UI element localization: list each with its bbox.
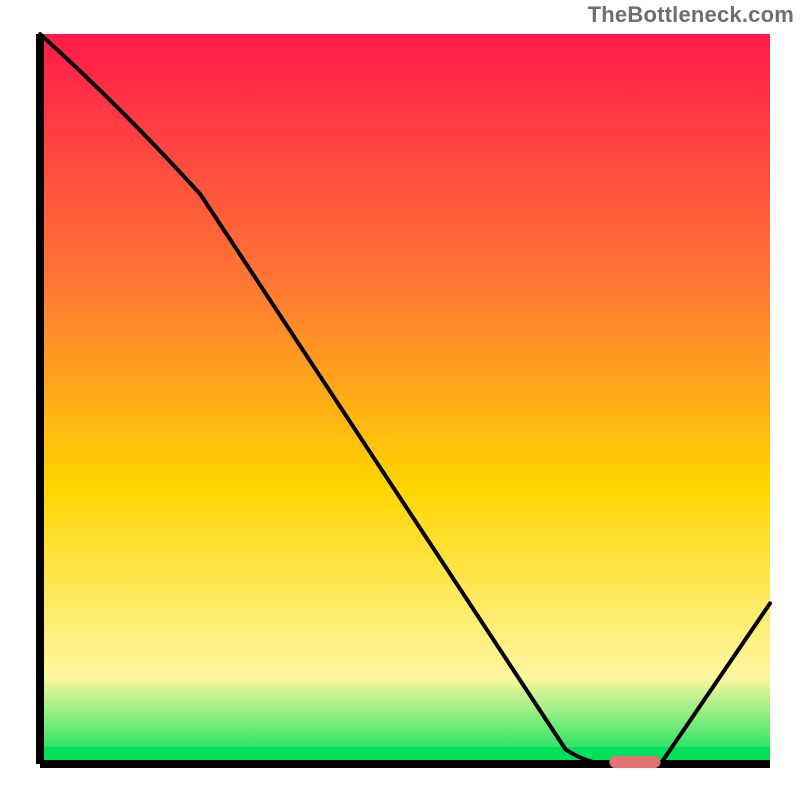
chart-container: TheBottleneck.com: [0, 0, 800, 800]
optimal-range-marker: [609, 756, 660, 768]
bottleneck-chart: [0, 24, 800, 800]
gradient-background: [40, 34, 770, 764]
